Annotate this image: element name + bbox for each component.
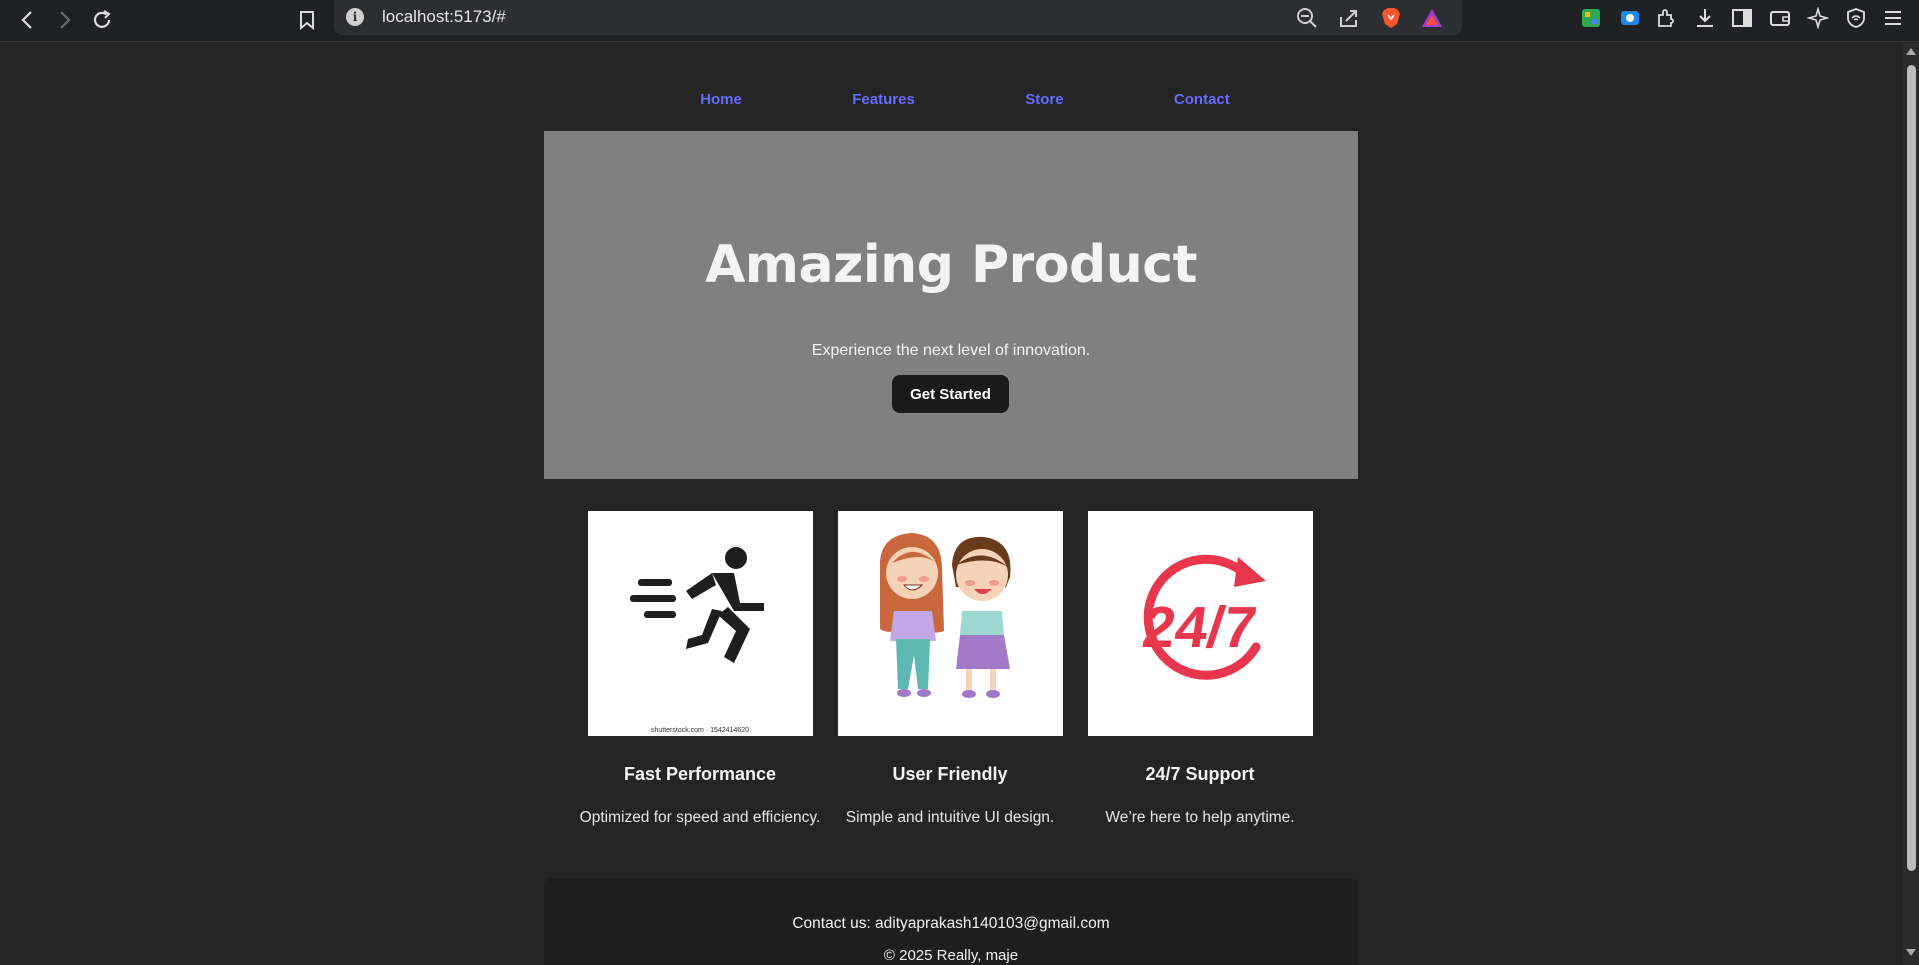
sidebar-icon[interactable] xyxy=(1729,5,1755,31)
menu-icon[interactable] xyxy=(1880,5,1906,31)
nav-home[interactable]: Home xyxy=(700,91,742,108)
zoom-icon[interactable] xyxy=(1294,5,1320,31)
nav-features[interactable]: Features xyxy=(852,91,915,108)
page-content: Home Features Store Contact Amazing Prod… xyxy=(0,43,1903,965)
reload-icon xyxy=(93,10,111,28)
url-text[interactable]: localhost:5173/# xyxy=(382,7,506,27)
24-7-icon: 24/7 xyxy=(1087,511,1313,736)
site-info-icon[interactable]: i xyxy=(346,8,364,26)
get-started-button[interactable]: Get Started xyxy=(892,375,1009,413)
bookmark-icon xyxy=(300,11,314,30)
back-button[interactable] xyxy=(12,5,42,35)
feature-description: Simple and intuitive UI design. xyxy=(845,809,1055,826)
brave-shield-icon[interactable] xyxy=(1378,5,1404,31)
feature-title: Fast Performance xyxy=(623,764,777,784)
brave-rewards-icon[interactable] xyxy=(1419,5,1445,31)
feature-card-24-7-support: 24/7 24/7 Support We’re here to help any… xyxy=(1075,511,1325,827)
feature-description: We’re here to help anytime. xyxy=(1105,809,1295,826)
bookmark-button[interactable] xyxy=(292,5,322,35)
extension-sheets-icon[interactable] xyxy=(1578,5,1604,31)
feature-card-fast-performance: shutterstock.com · 1542414620 Fast Perfo… xyxy=(575,511,825,827)
forward-button[interactable] xyxy=(50,5,80,35)
scroll-up-icon[interactable] xyxy=(1906,48,1916,55)
running-person-icon: shutterstock.com · 1542414620 xyxy=(587,511,813,736)
two-girls-illustration xyxy=(837,511,1063,736)
nav-store[interactable]: Store xyxy=(1025,91,1063,108)
image-credit: shutterstock.com · 1542414620 xyxy=(650,727,750,734)
scroll-thumb[interactable] xyxy=(1907,65,1916,871)
wallet-icon[interactable] xyxy=(1767,5,1793,31)
top-navigation: Home Features Store Contact xyxy=(645,91,1285,108)
badge-text: 24/7 xyxy=(1138,595,1260,660)
chevron-right-icon xyxy=(60,11,71,29)
address-bar[interactable]: i localhost:5173/# xyxy=(334,0,1462,35)
download-icon[interactable] xyxy=(1692,5,1718,31)
footer: Contact us: adityaprakash140103@gmail.co… xyxy=(544,878,1358,965)
feature-description: Optimized for speed and efficiency. xyxy=(579,809,821,826)
nav-contact[interactable]: Contact xyxy=(1174,91,1230,108)
hero-subtitle: Experience the next level of innovation. xyxy=(811,342,1091,359)
footer-contact: Contact us: adityaprakash140103@gmail.co… xyxy=(792,915,1110,932)
vpn-icon[interactable] xyxy=(1843,5,1869,31)
chevron-left-icon xyxy=(21,11,32,29)
feature-title: User Friendly xyxy=(892,764,1008,784)
hero-section: Amazing Product Experience the next leve… xyxy=(544,131,1358,479)
footer-copyright: © 2025 Really, maje xyxy=(883,947,1019,964)
leo-ai-icon[interactable] xyxy=(1805,5,1831,31)
scroll-down-icon[interactable] xyxy=(1906,949,1916,956)
share-icon[interactable] xyxy=(1336,5,1362,31)
reload-button[interactable] xyxy=(87,5,117,35)
feature-title: 24/7 Support xyxy=(1145,764,1255,784)
extensions-puzzle-icon[interactable] xyxy=(1654,5,1680,31)
browser-toolbar: i localhost:5173/# xyxy=(0,0,1919,42)
extension-screen-icon[interactable] xyxy=(1617,5,1643,31)
page-scrollbar[interactable] xyxy=(1903,43,1919,965)
hero-title: Amazing Product xyxy=(705,235,1197,295)
feature-card-user-friendly: User Friendly Simple and intuitive UI de… xyxy=(825,511,1075,827)
